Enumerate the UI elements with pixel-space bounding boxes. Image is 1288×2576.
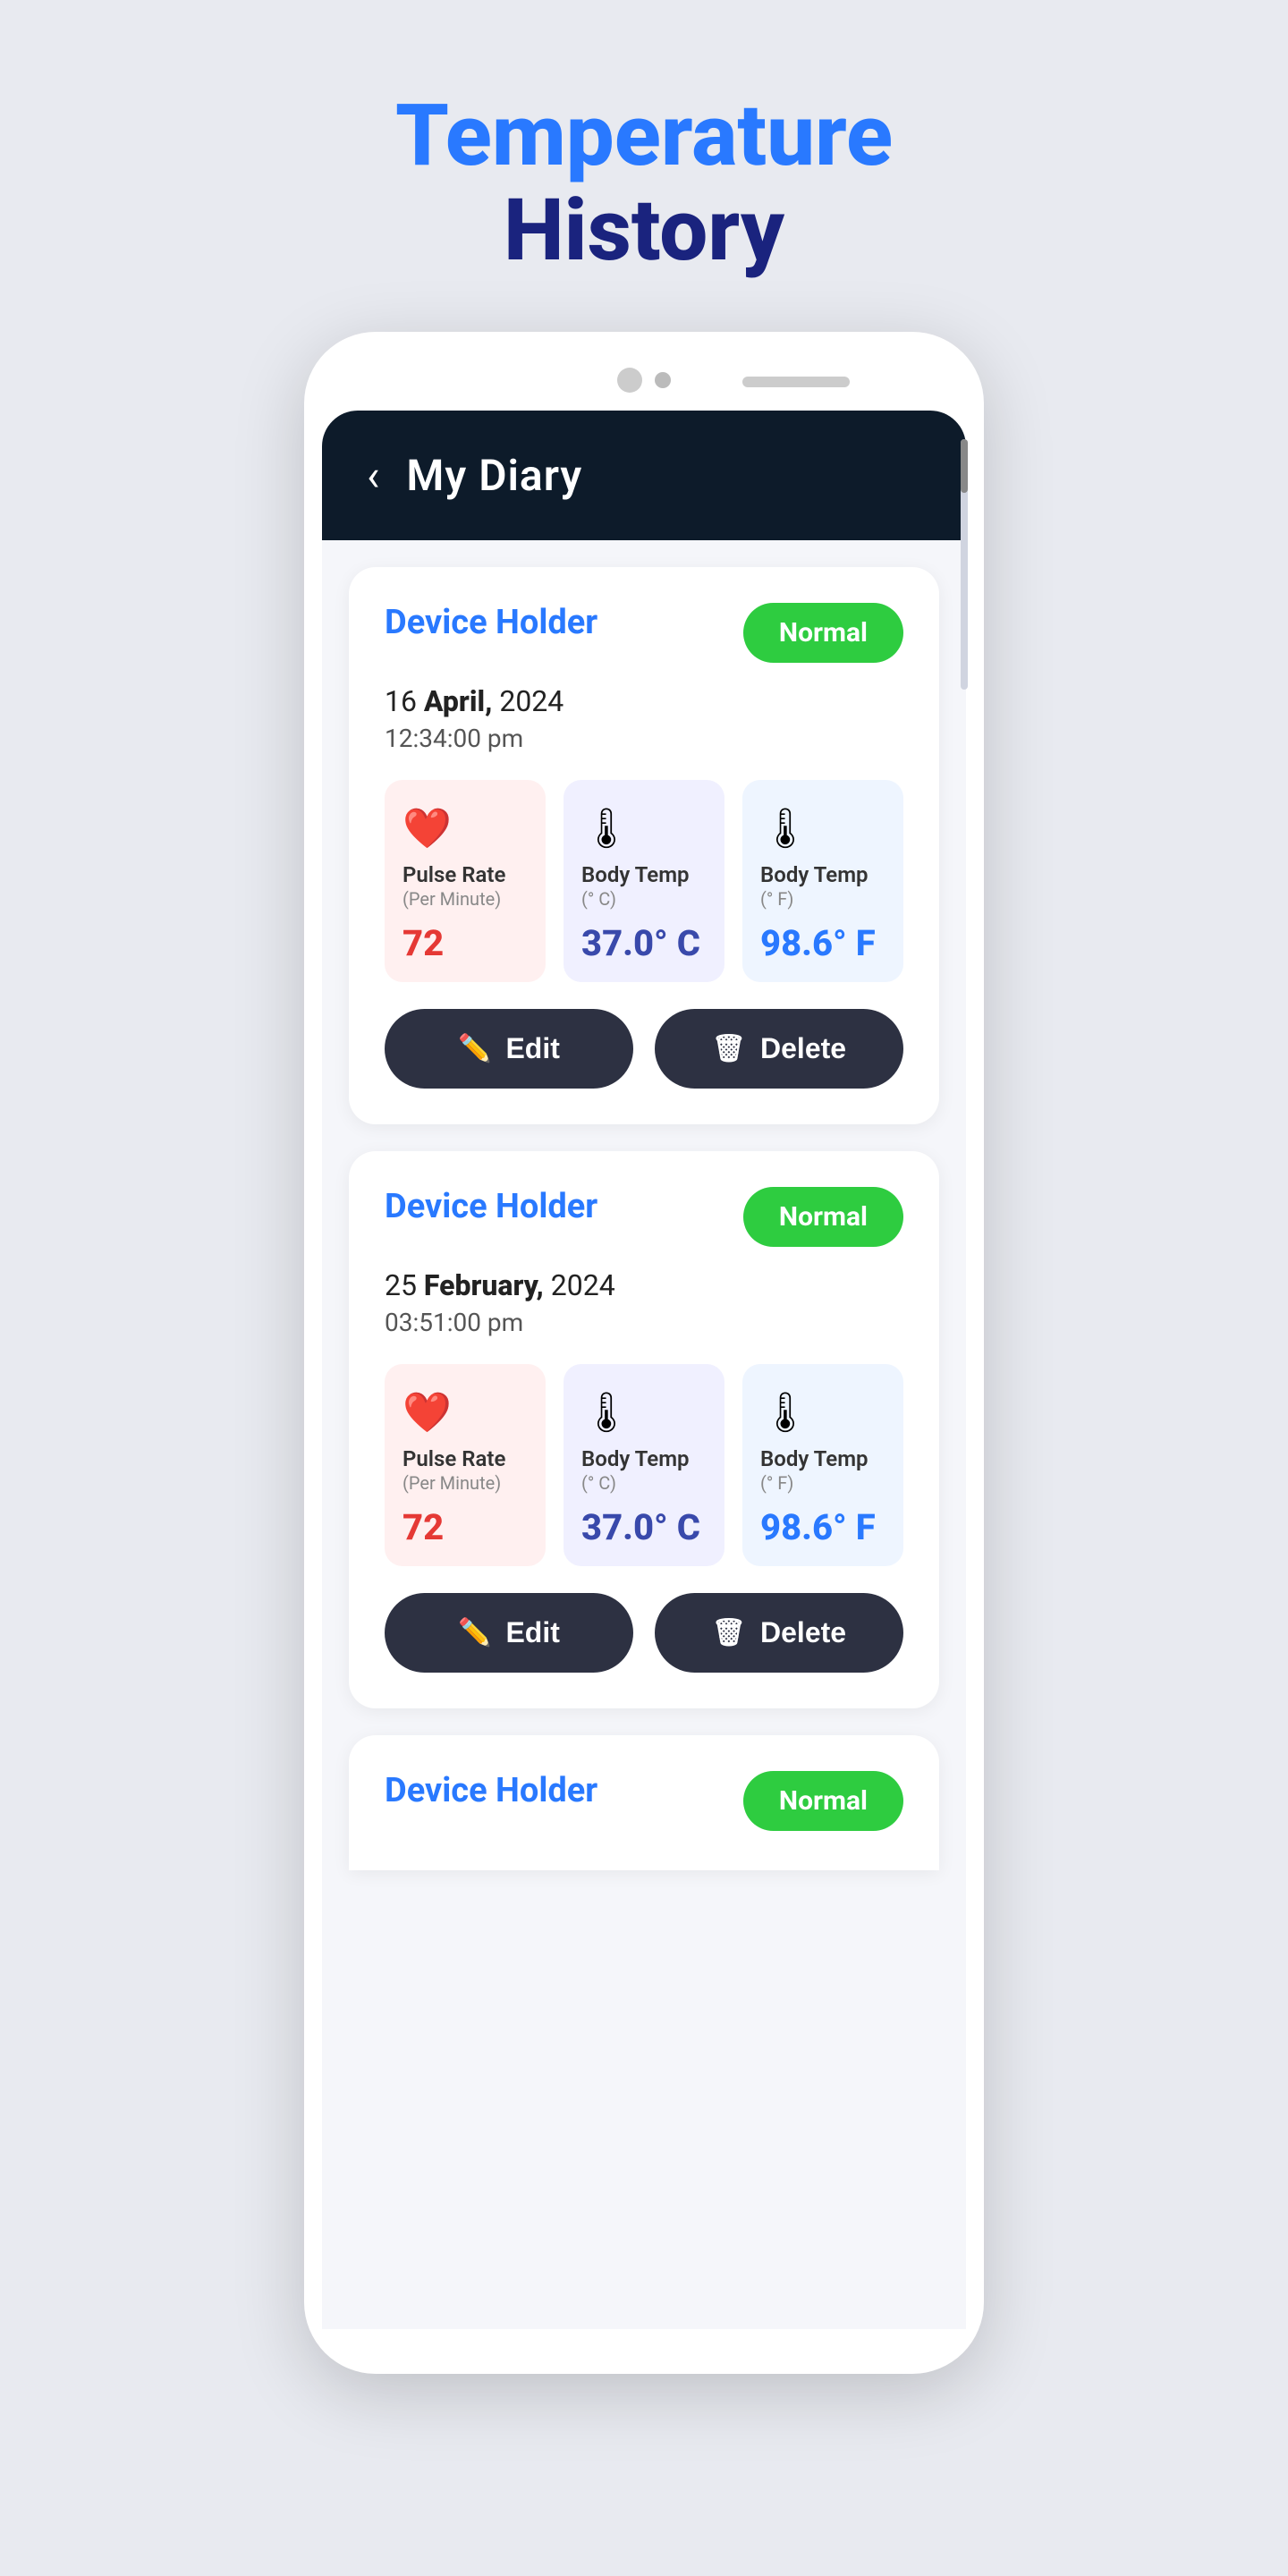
edit-icon-1: ✏️ — [458, 1033, 491, 1064]
card-title-2: Device Holder — [385, 1187, 597, 1226]
temp-c-value-2: 37.0° C — [581, 1506, 700, 1548]
camera-main — [617, 368, 642, 393]
action-row-2: ✏️ Edit 🗑 Delete — [385, 1593, 903, 1673]
card-date-2: 25 February, 2024 — [385, 1268, 903, 1302]
delete-button-1[interactable]: 🗑 Delete — [655, 1009, 903, 1089]
pulse-label-1: Pulse Rate — [402, 862, 505, 888]
temp-c-box-2: 🌡 Body Temp (° C) 37.0° C — [564, 1364, 724, 1566]
temp-f-sublabel-2: (° F) — [760, 1472, 793, 1494]
title-line1: Temperature — [395, 89, 893, 184]
temp-f-label-1: Body Temp — [760, 862, 869, 888]
temp-c-sublabel-1: (° C) — [581, 888, 616, 910]
trash-icon-2: 🗑 — [712, 1617, 746, 1648]
card-time-1: 12:34:00 pm — [385, 724, 903, 753]
card-title-3: Device Holder — [385, 1771, 597, 1810]
card-title-1: Device Holder — [385, 603, 597, 642]
edit-button-2[interactable]: ✏️ Edit — [385, 1593, 633, 1673]
entry-card-1: Device Holder Normal 16 April, 2024 12:3… — [349, 567, 939, 1124]
edit-icon-2: ✏️ — [458, 1617, 491, 1648]
temp-f-icon-1: 🌡 — [760, 805, 810, 852]
back-arrow-icon[interactable]: ‹ — [367, 454, 379, 497]
temp-c-icon-2: 🌡 — [581, 1389, 631, 1436]
temp-f-box-1: 🌡 Body Temp (° F) 98.6° F — [742, 780, 903, 982]
phone-top-bar — [322, 359, 966, 411]
entry-card-2: Device Holder Normal 25 February, 2024 0… — [349, 1151, 939, 1708]
scroll-thumb[interactable] — [961, 439, 968, 493]
edit-button-1[interactable]: ✏️ Edit — [385, 1009, 633, 1089]
pulse-box-2: ❤️ Pulse Rate (Per Minute) 72 — [385, 1364, 546, 1566]
card-header-3: Device Holder Normal — [385, 1771, 903, 1831]
phone-speaker — [742, 377, 850, 387]
entry-card-3-partial: Device Holder Normal — [349, 1735, 939, 1870]
temp-f-label-2: Body Temp — [760, 1446, 869, 1472]
metrics-row-1: ❤️ Pulse Rate (Per Minute) 72 🌡 Body Tem… — [385, 780, 903, 982]
temp-f-value-1: 98.6° F — [760, 922, 876, 964]
app-header: ‹ My Diary — [322, 411, 966, 540]
action-row-1: ✏️ Edit 🗑 Delete — [385, 1009, 903, 1089]
scrollbar[interactable] — [961, 439, 968, 690]
card-header-2: Device Holder Normal — [385, 1187, 903, 1247]
temp-c-label-1: Body Temp — [581, 862, 690, 888]
page-title-block: Temperature History — [395, 89, 893, 278]
card-header-1: Device Holder Normal — [385, 603, 903, 663]
metrics-row-2: ❤️ Pulse Rate (Per Minute) 72 🌡 Body Tem… — [385, 1364, 903, 1566]
pulse-value-2: 72 — [402, 1506, 444, 1548]
pulse-label-2: Pulse Rate — [402, 1446, 505, 1472]
app-content: Device Holder Normal 16 April, 2024 12:3… — [322, 540, 966, 2329]
app-header-title: My Diary — [406, 450, 582, 501]
temp-c-icon-1: 🌡 — [581, 805, 631, 852]
card-date-1: 16 April, 2024 — [385, 684, 903, 718]
pulse-value-1: 72 — [402, 922, 444, 964]
temp-c-box-1: 🌡 Body Temp (° C) 37.0° C — [564, 780, 724, 982]
status-badge-2: Normal — [743, 1187, 903, 1247]
temp-c-value-1: 37.0° C — [581, 922, 700, 964]
camera-secondary — [655, 372, 671, 388]
temp-f-value-2: 98.6° F — [760, 1506, 876, 1548]
status-badge-3: Normal — [743, 1771, 903, 1831]
pulse-icon-2: ❤️ — [402, 1389, 452, 1436]
temp-f-icon-2: 🌡 — [760, 1389, 810, 1436]
pulse-sublabel-1: (Per Minute) — [402, 888, 501, 910]
card-time-2: 03:51:00 pm — [385, 1308, 903, 1337]
delete-button-2[interactable]: 🗑 Delete — [655, 1593, 903, 1673]
phone-shell: ‹ My Diary Device Holder Normal 16 April… — [304, 332, 984, 2374]
pulse-box-1: ❤️ Pulse Rate (Per Minute) 72 — [385, 780, 546, 982]
title-line2: History — [395, 184, 893, 279]
status-badge-1: Normal — [743, 603, 903, 663]
pulse-sublabel-2: (Per Minute) — [402, 1472, 501, 1494]
camera-group — [617, 368, 671, 393]
temp-c-sublabel-2: (° C) — [581, 1472, 616, 1494]
temp-c-label-2: Body Temp — [581, 1446, 690, 1472]
temp-f-sublabel-1: (° F) — [760, 888, 793, 910]
pulse-icon-1: ❤️ — [402, 805, 452, 852]
temp-f-box-2: 🌡 Body Temp (° F) 98.6° F — [742, 1364, 903, 1566]
trash-icon-1: 🗑 — [712, 1033, 746, 1064]
